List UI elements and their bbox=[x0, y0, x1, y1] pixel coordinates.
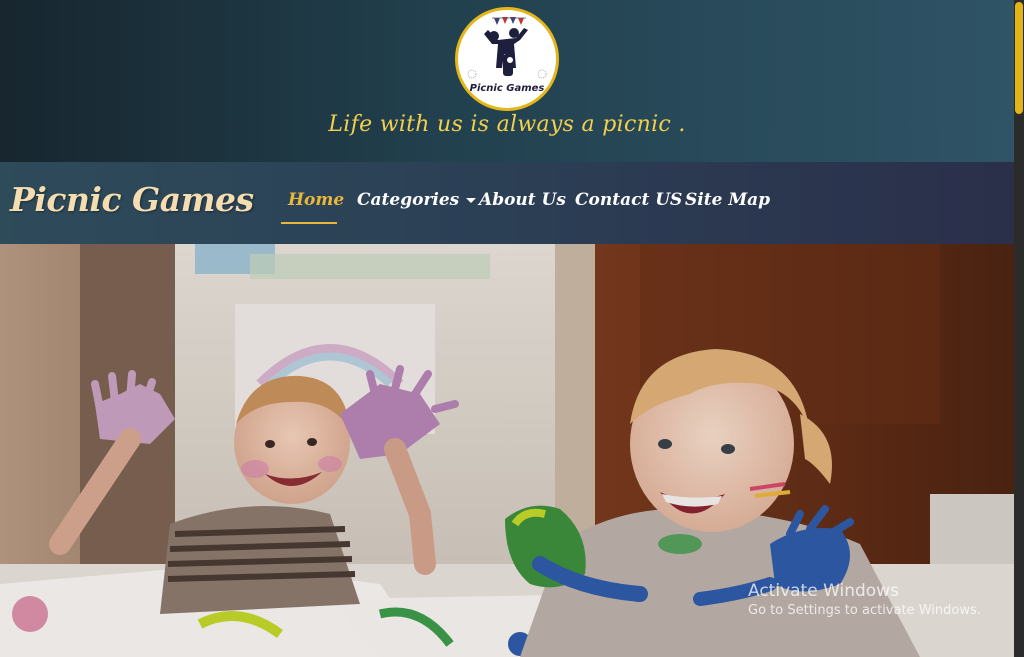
watermark-subtitle: Go to Settings to activate Windows. bbox=[748, 603, 981, 618]
nav-about-us[interactable]: About Us bbox=[479, 190, 566, 210]
site-header: Picnic Games Life with us is always a pi… bbox=[0, 0, 1014, 162]
nav-categories[interactable]: Categories bbox=[357, 190, 477, 210]
scrollbar-thumb[interactable] bbox=[1015, 2, 1023, 114]
site-tagline: Life with us is always a picnic . bbox=[328, 112, 686, 137]
site-logo[interactable]: Picnic Games bbox=[455, 7, 559, 111]
watermark-title: Activate Windows bbox=[748, 581, 899, 601]
activate-windows-watermark: Activate Windows Go to Settings to activ… bbox=[748, 581, 981, 618]
logo-text: Picnic Games bbox=[469, 83, 545, 94]
main-navbar: Picnic Games Home Categories About Us Co… bbox=[0, 162, 1014, 244]
nav-contact-us[interactable]: Contact US bbox=[575, 190, 682, 210]
nav-categories-label: Categories bbox=[357, 190, 460, 210]
caret-down-icon bbox=[466, 198, 477, 203]
active-nav-underline bbox=[281, 222, 337, 224]
nav-site-map[interactable]: Site Map bbox=[685, 190, 770, 210]
nav-home[interactable]: Home bbox=[288, 190, 344, 210]
page-scrollbar[interactable] bbox=[1014, 0, 1024, 657]
navbar-brand[interactable]: Picnic Games bbox=[10, 180, 254, 219]
